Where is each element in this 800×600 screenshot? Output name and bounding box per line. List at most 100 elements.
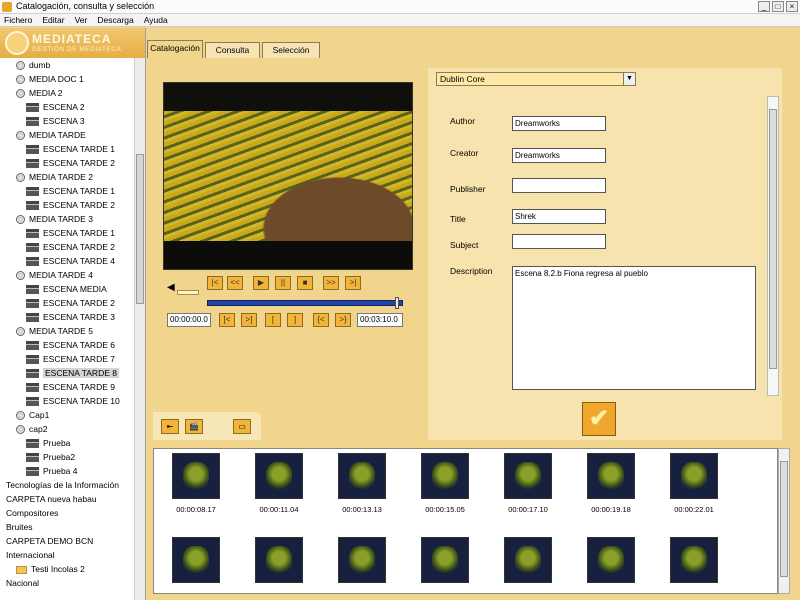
stop-button[interactable]: ■ xyxy=(297,276,313,290)
tree-item[interactable]: ESCENA TARDE 2 xyxy=(26,296,115,310)
tree-item[interactable]: ESCENA 3 xyxy=(26,114,85,128)
menu-ver[interactable]: Ver xyxy=(75,14,88,26)
tree-item[interactable]: ESCENA TARDE 6 xyxy=(26,338,115,352)
fast-forward-button[interactable]: >> xyxy=(323,276,339,290)
menu-editar[interactable]: Editar xyxy=(42,14,64,26)
thumbnail-image[interactable] xyxy=(172,453,220,499)
maximize-button[interactable]: □ xyxy=(772,1,784,12)
author-field[interactable]: Dreamworks xyxy=(512,116,606,131)
tree-item[interactable]: ESCENA TARDE 1 xyxy=(26,142,115,156)
thumbnail-image[interactable] xyxy=(587,537,635,583)
menu-descarga[interactable]: Descarga xyxy=(97,14,133,26)
tree-item[interactable]: ESCENA TARDE 2 xyxy=(26,240,115,254)
tree-item[interactable]: Prueba2 xyxy=(26,450,75,464)
tree-item[interactable]: ESCENA MEDIA xyxy=(26,282,107,296)
tree-item[interactable]: ESCENA TARDE 4 xyxy=(26,254,115,268)
set-out-button[interactable]: ] xyxy=(287,313,303,327)
description-field[interactable]: Escena 8.2.b Fiona regresa al pueblo xyxy=(512,266,756,390)
tree-item[interactable]: dumb xyxy=(16,58,50,72)
set-in-button[interactable]: [ xyxy=(265,313,281,327)
tree-item[interactable]: ESCENA TARDE 8 xyxy=(26,366,119,380)
metadata-scrollbar-thumb[interactable] xyxy=(769,109,777,369)
thumbnail-image[interactable] xyxy=(172,537,220,583)
time-start-field[interactable]: 00:00:00.0 xyxy=(167,313,211,327)
time-end-field[interactable]: 00:03:10.0 xyxy=(357,313,403,327)
tree-item[interactable]: Prueba 4 xyxy=(26,464,78,478)
video-preview[interactable] xyxy=(163,82,413,270)
thumbnail-image[interactable] xyxy=(587,453,635,499)
thumbnail-image[interactable] xyxy=(421,537,469,583)
volume-slider[interactable] xyxy=(177,290,199,295)
close-button[interactable]: × xyxy=(786,1,798,12)
mark-in-next-button[interactable]: >] xyxy=(241,313,257,327)
tree-item[interactable]: ESCENA TARDE 2 xyxy=(26,156,115,170)
tab-catalogacion[interactable]: Catalogación xyxy=(147,40,203,58)
thumbnail-image[interactable] xyxy=(504,537,552,583)
thumbnail-scrollbar-thumb[interactable] xyxy=(780,461,788,577)
menu-fichero[interactable]: Fichero xyxy=(4,14,32,26)
tab-seleccion[interactable]: Selección xyxy=(262,42,320,58)
metadata-scrollbar[interactable] xyxy=(767,96,779,396)
last-frame-button[interactable]: >| xyxy=(345,276,361,290)
tree-item[interactable]: ESCENA TARDE 3 xyxy=(26,310,115,324)
tree-item[interactable]: Prueba xyxy=(26,436,70,450)
tree-item[interactable]: MEDIA TARDE 2 xyxy=(16,170,93,184)
pause-button[interactable]: || xyxy=(275,276,291,290)
tree-item[interactable]: MEDIA TARDE 4 xyxy=(16,268,93,282)
creator-field[interactable]: Dreamworks xyxy=(512,148,606,163)
subject-field[interactable] xyxy=(512,234,606,249)
tree-item[interactable]: Cap1 xyxy=(16,408,49,422)
import-icon[interactable]: ⇤ xyxy=(161,419,179,434)
tree-item[interactable]: Tecnologías de la Información xyxy=(6,478,119,492)
mark-in-prev-button[interactable]: [< xyxy=(219,313,235,327)
thumbnail-image[interactable] xyxy=(504,453,552,499)
thumbnail-image[interactable] xyxy=(338,537,386,583)
thumbnail-image[interactable] xyxy=(338,453,386,499)
tab-consulta[interactable]: Consulta xyxy=(205,42,260,58)
publisher-field[interactable] xyxy=(512,178,606,193)
thumbnail-image[interactable] xyxy=(670,537,718,583)
thumbnail-image[interactable] xyxy=(255,453,303,499)
rewind-button[interactable]: << xyxy=(227,276,243,290)
seek-handle[interactable] xyxy=(395,297,400,309)
sidebar-scrollbar-thumb[interactable] xyxy=(136,154,144,304)
minimize-button[interactable]: _ xyxy=(758,1,770,12)
menu-ayuda[interactable]: Ayuda xyxy=(144,14,168,26)
tree-item[interactable]: MEDIA TARDE 3 xyxy=(16,212,93,226)
tree-item[interactable]: Compositores xyxy=(6,506,58,520)
tree-item[interactable]: ESCENA TARDE 10 xyxy=(26,394,120,408)
confirm-button[interactable]: ✔ xyxy=(582,402,616,436)
tree-item[interactable]: ESCENA 2 xyxy=(26,100,85,114)
tree-item[interactable]: Bruites xyxy=(6,520,32,534)
frame-icon[interactable]: ▭ xyxy=(233,419,251,434)
title-field[interactable]: Shrek xyxy=(512,209,606,224)
tree-item[interactable]: MEDIA DOC 1 xyxy=(16,72,84,86)
mark-out-next-button[interactable]: >} xyxy=(335,313,351,327)
tree-item[interactable]: cap2 xyxy=(16,422,47,436)
thumbnail-image[interactable] xyxy=(255,537,303,583)
tree-item[interactable]: Internacional xyxy=(6,548,55,562)
tree-item[interactable]: Testi Incolas 2 xyxy=(16,562,85,576)
tree-item[interactable]: Nacional xyxy=(6,576,39,590)
thumbnail-image[interactable] xyxy=(421,453,469,499)
tree-item[interactable]: ESCENA TARDE 1 xyxy=(26,226,115,240)
tree-item[interactable]: CARPETA nueva habau xyxy=(6,492,97,506)
thumbnail-scrollbar[interactable] xyxy=(778,448,790,594)
tree-item[interactable]: CARPETA DEMO BCN xyxy=(6,534,93,548)
thumbnail-image[interactable] xyxy=(670,453,718,499)
first-frame-button[interactable]: |< xyxy=(207,276,223,290)
tree-item[interactable]: MEDIA TARDE xyxy=(16,128,86,142)
tree-item[interactable]: ESCENA TARDE 2 xyxy=(26,198,115,212)
mark-out-prev-button[interactable]: {< xyxy=(313,313,329,327)
sidebar-scrollbar[interactable] xyxy=(134,58,145,600)
tree-item[interactable]: MEDIA 2 xyxy=(16,86,63,100)
play-button[interactable]: ▶ xyxy=(253,276,269,290)
tree-item[interactable]: ESCENA TARDE 9 xyxy=(26,380,115,394)
tree-item[interactable]: ESCENA TARDE 1 xyxy=(26,184,115,198)
tree-item[interactable]: MEDIA TARDE 5 xyxy=(16,324,93,338)
clapperboard-icon[interactable]: 🎬 xyxy=(185,419,203,434)
schema-select[interactable]: Dublin Core ▼ xyxy=(436,72,636,86)
chevron-down-icon[interactable]: ▼ xyxy=(623,73,635,85)
seek-bar[interactable] xyxy=(207,300,403,306)
tree-item[interactable]: ESCENA TARDE 7 xyxy=(26,352,115,366)
